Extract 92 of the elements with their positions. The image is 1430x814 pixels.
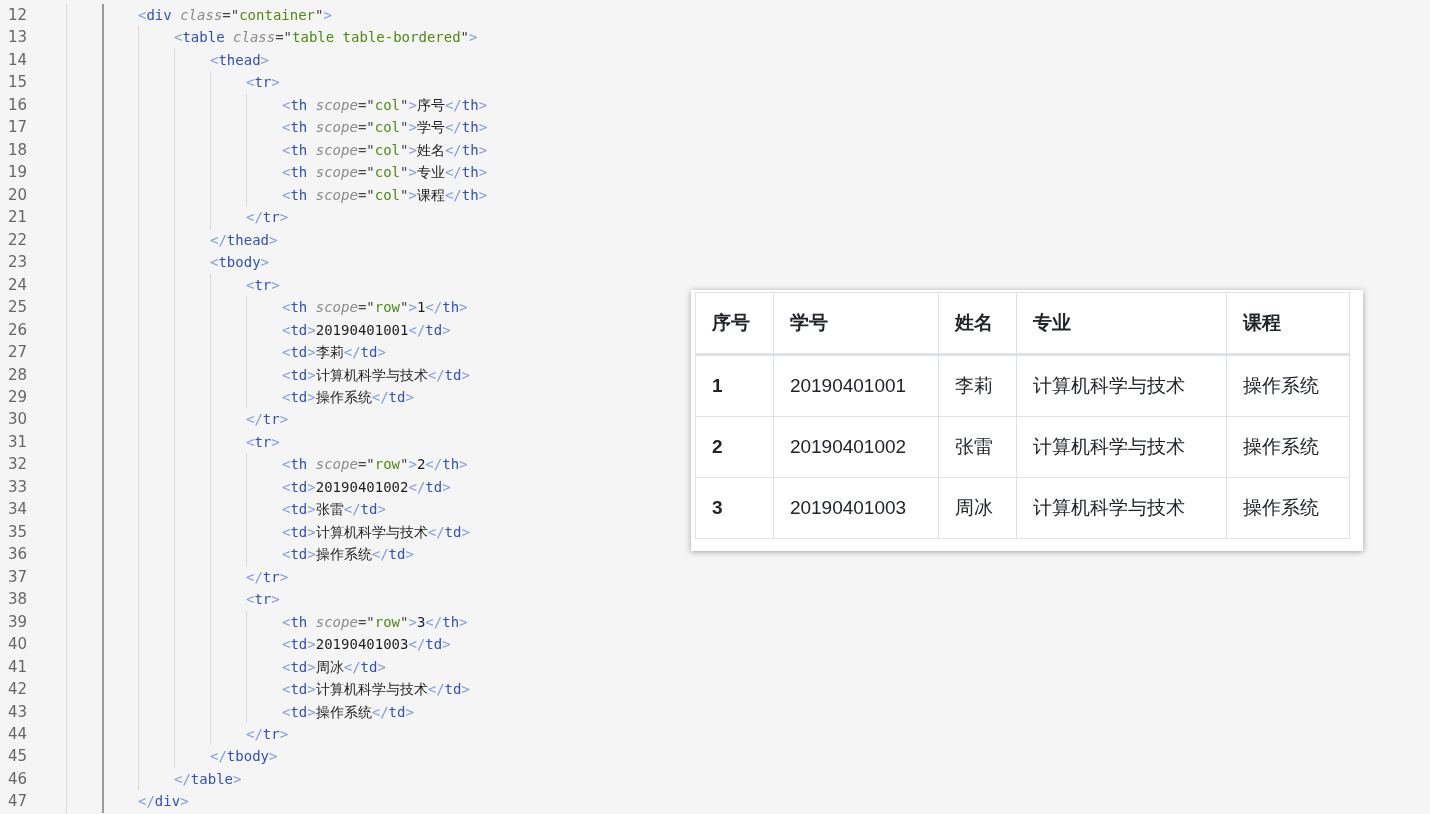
code-line: </tr> — [246, 208, 289, 228]
table-cell: 计算机科学与技术 — [1016, 477, 1227, 539]
code-line: <th scope="col">姓名</th> — [282, 140, 488, 160]
table-cell: 计算机科学与技术 — [1016, 354, 1227, 417]
line-number: 27 — [7, 342, 29, 364]
code-line: <th scope="row">2</th> — [282, 455, 468, 475]
code-line: </tr> — [246, 725, 289, 744]
line-number: 23 — [7, 252, 29, 274]
line-number: 17 — [7, 117, 29, 139]
table-cell: 20190401003 — [773, 477, 939, 539]
line-number: 15 — [7, 72, 29, 94]
code-line: <td>计算机科学与技术</td> — [282, 522, 470, 542]
code-line: <table class="table table-bordered"> — [174, 28, 478, 48]
line-number: 37 — [7, 566, 29, 588]
line-number: 28 — [7, 364, 29, 386]
code-line: </div> — [138, 792, 189, 812]
code-line: <th scope="col">序号</th> — [282, 95, 488, 115]
line-number: 47 — [7, 791, 29, 813]
line-number: 26 — [7, 319, 29, 341]
code-line: <td>操作系统</td> — [282, 545, 414, 565]
code-line: <th scope="col">课程</th> — [282, 185, 488, 205]
code-line: <tr> — [246, 73, 280, 93]
code-line: <td>20190401001</td> — [282, 320, 451, 340]
table-cell: 张雷 — [938, 416, 1017, 478]
table-cell: 20190401002 — [773, 416, 939, 478]
code-line: <td>李莉</td> — [282, 343, 386, 363]
code-line: <td>计算机科学与技术</td> — [282, 680, 470, 700]
line-number: 30 — [7, 409, 29, 431]
code-line: <tr> — [246, 590, 280, 610]
line-number: 31 — [7, 431, 29, 453]
line-number: 13 — [7, 27, 29, 49]
line-number: 46 — [7, 768, 29, 790]
code-line: <tr> — [246, 432, 280, 452]
line-number: 19 — [7, 162, 29, 184]
code-line: <td>操作系统</td> — [282, 702, 414, 722]
code-line: <th scope="col">专业</th> — [282, 163, 488, 183]
table-cell: 操作系统 — [1226, 477, 1350, 539]
line-number: 12 — [7, 5, 29, 26]
line-number: 39 — [7, 611, 29, 633]
line-number: 40 — [7, 634, 29, 656]
line-number: 24 — [7, 274, 29, 296]
line-number: 14 — [7, 49, 29, 71]
line-number: 29 — [7, 386, 29, 408]
table-cell: 计算机科学与技术 — [1016, 416, 1227, 478]
code-line: <td>操作系统</td> — [282, 387, 414, 407]
code-line: <td>计算机科学与技术</td> — [282, 365, 470, 385]
code-line: <td>张雷</td> — [282, 500, 386, 520]
column-header: 姓名 — [938, 292, 1017, 355]
line-number: 42 — [7, 679, 29, 701]
column-header: 课程 — [1226, 292, 1350, 355]
table-cell: 操作系统 — [1226, 354, 1350, 417]
line-number: 21 — [7, 207, 29, 229]
line-number: 41 — [7, 656, 29, 678]
table-cell: 20190401001 — [773, 354, 939, 417]
code-line: <div class="container"> — [138, 6, 332, 25]
code-line: </tbody> — [210, 747, 278, 767]
code-line: <th scope="col">学号</th> — [282, 118, 488, 138]
code-line: <tbody> — [210, 253, 270, 273]
line-number: 45 — [7, 746, 29, 768]
table-cell: 1 — [695, 354, 774, 417]
line-number: 33 — [7, 476, 29, 498]
table-cell: 操作系统 — [1226, 416, 1350, 478]
code-line: </tr> — [246, 410, 289, 430]
line-number: 16 — [7, 94, 29, 116]
line-number: 36 — [7, 544, 29, 566]
column-header: 序号 — [695, 292, 774, 355]
line-number: 22 — [7, 229, 29, 251]
line-number: 20 — [7, 184, 29, 206]
line-number: 34 — [7, 499, 29, 521]
line-number: 43 — [7, 701, 29, 723]
line-number: 44 — [7, 724, 29, 745]
line-number: 38 — [7, 589, 29, 611]
table-cell: 周冰 — [938, 477, 1017, 539]
code-line: <td>20190401003</td> — [282, 635, 451, 655]
code-line: <thead> — [210, 50, 270, 70]
line-number: 32 — [7, 454, 29, 476]
code-line: <th scope="row">1</th> — [282, 298, 468, 318]
table-cell: 李莉 — [938, 354, 1017, 417]
column-header: 学号 — [773, 292, 939, 355]
code-line: <tr> — [246, 275, 280, 295]
table-cell: 2 — [695, 416, 774, 478]
line-number: 25 — [7, 297, 29, 319]
line-number: 18 — [7, 139, 29, 161]
column-header: 专业 — [1016, 292, 1227, 355]
code-line: </thead> — [210, 230, 278, 250]
code-line: <td>20190401002</td> — [282, 477, 451, 497]
table-cell: 3 — [695, 477, 774, 539]
line-number: 35 — [7, 521, 29, 543]
code-line: </tr> — [246, 567, 289, 587]
code-line: <th scope="row">3</th> — [282, 612, 468, 632]
code-line: </table> — [174, 769, 242, 789]
code-line: <td>周冰</td> — [282, 657, 386, 677]
